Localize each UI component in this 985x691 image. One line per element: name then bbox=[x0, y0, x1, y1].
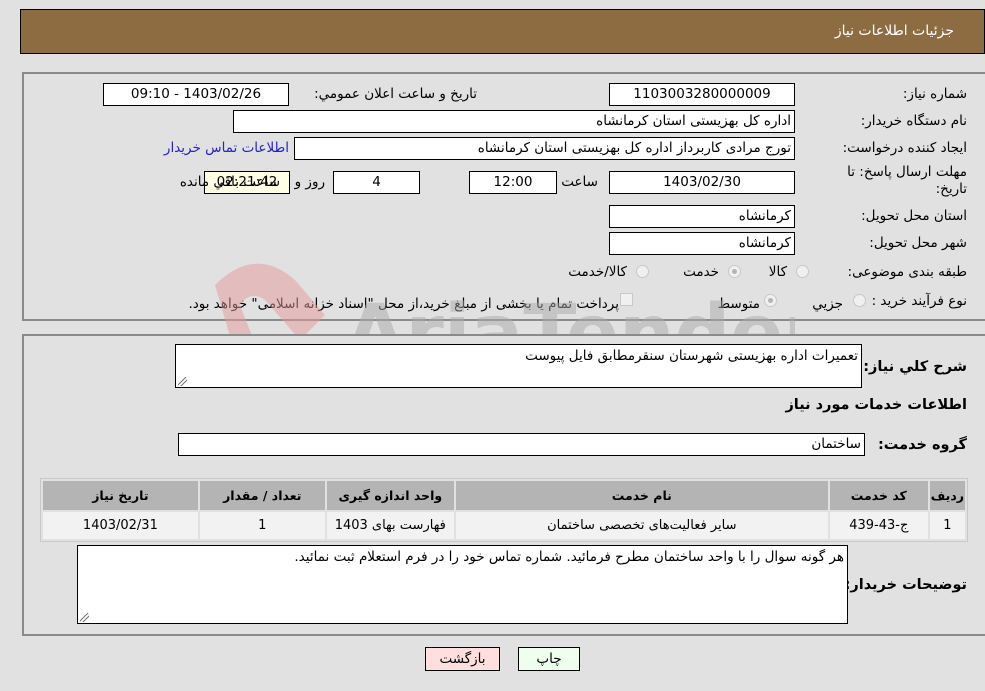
table-row: 1 ج-43-439 سایر فعالیت‌های تخصصی ساختمان… bbox=[43, 512, 965, 539]
buyer-org-label: نام دستگاه خريدار: bbox=[860, 113, 967, 129]
buyer-notes-label: توضيحات خريدار: bbox=[844, 577, 967, 593]
days-label: روز و bbox=[294, 174, 325, 190]
category-label: طبقه بندی موضوعی: bbox=[847, 264, 967, 280]
services-table: رديف کد خدمت نام خدمت واحد اندازه گیری ت… bbox=[40, 478, 968, 542]
services-panel: شرح کلي نياز: تعمیرات اداره بهزیستی شهرس… bbox=[22, 334, 985, 636]
buyer-notes-text: هر گونه سوال را با واحد ساختمان مطرح فرم… bbox=[294, 549, 844, 565]
need-number-field[interactable]: 1103003280000009 bbox=[609, 83, 795, 106]
need-number-label: شماره نیاز: bbox=[902, 86, 967, 102]
category-option-goods: کالا bbox=[768, 264, 787, 280]
description-label: شرح کلي نياز: bbox=[863, 359, 967, 375]
col-header-service-name: نام خدمت bbox=[455, 481, 828, 510]
process-option-minor: جزيي bbox=[812, 296, 843, 312]
col-header-service-code: کد خدمت bbox=[829, 481, 928, 510]
creator-label: ايجاد کننده درخواست: bbox=[842, 140, 967, 156]
col-header-need-date: تاریخ نیاز bbox=[43, 481, 198, 510]
process-label: نوع فرآیند خرید : bbox=[871, 293, 967, 309]
col-header-row-number: رديف bbox=[929, 481, 965, 510]
cell-service-name: سایر فعالیت‌های تخصصی ساختمان bbox=[455, 512, 828, 539]
category-radio-service[interactable] bbox=[728, 265, 741, 278]
deadline-time-field[interactable]: 12:00 bbox=[469, 171, 557, 194]
category-option-goods-service: کالا/خدمت bbox=[568, 264, 627, 280]
resize-grip-icon[interactable] bbox=[178, 377, 187, 386]
process-radio-medium[interactable] bbox=[764, 294, 777, 307]
category-option-service: خدمت bbox=[683, 264, 719, 280]
category-radio-goods[interactable] bbox=[796, 265, 809, 278]
cell-service-code: ج-43-439 bbox=[829, 512, 928, 539]
page-title: جزئیات اطلاعات نیاز bbox=[834, 23, 954, 39]
service-group-field[interactable]: ساختمان bbox=[178, 433, 865, 456]
page-header: جزئیات اطلاعات نیاز bbox=[20, 9, 985, 54]
province-label: استان محل تحویل: bbox=[861, 208, 967, 224]
creator-field[interactable]: تورج مرادی کاربرداز اداره کل بهزیستی است… bbox=[294, 137, 795, 160]
city-label: شهر محل تحویل: bbox=[869, 235, 967, 251]
table-header-row: رديف کد خدمت نام خدمت واحد اندازه گیری ت… bbox=[43, 481, 965, 510]
col-header-unit: واحد اندازه گیری bbox=[326, 481, 454, 510]
deadline-date-field[interactable]: 1403/02/30 bbox=[609, 171, 795, 194]
time-label: ساعت bbox=[561, 174, 598, 190]
resize-grip-icon[interactable] bbox=[80, 613, 89, 622]
buyer-notes-textarea[interactable]: هر گونه سوال را با واحد ساختمان مطرح فرم… bbox=[77, 545, 848, 624]
service-group-label: گروه خدمت: bbox=[877, 437, 967, 453]
cell-quantity: 1 bbox=[199, 512, 325, 539]
buyer-contact-link[interactable]: اطلاعات تماس خريدار bbox=[164, 140, 289, 156]
description-textarea[interactable]: تعمیرات اداره بهزیستی شهرستان سنقرمطابق … bbox=[175, 344, 862, 388]
col-header-quantity: تعداد / مقدار bbox=[199, 481, 325, 510]
province-field[interactable]: کرمانشاه bbox=[609, 205, 795, 228]
print-button[interactable]: چاپ bbox=[518, 647, 580, 671]
description-text: تعمیرات اداره بهزیستی شهرستان سنقرمطابق … bbox=[525, 348, 858, 364]
back-button[interactable]: بازگشت bbox=[425, 647, 500, 671]
announce-datetime-field[interactable]: 1403/02/26 - 09:10 bbox=[103, 83, 289, 106]
process-option-medium: متوسط bbox=[717, 296, 760, 312]
treasury-checkbox-label: پرداخت تمام یا بخشی از مبلغ خرید،از محل … bbox=[188, 296, 619, 312]
cell-need-date: 1403/02/31 bbox=[43, 512, 198, 539]
buyer-org-field[interactable]: اداره کل بهزیستی استان کرمانشاه bbox=[233, 110, 795, 133]
cell-row-number: 1 bbox=[929, 512, 965, 539]
announce-label: تاريخ و ساعت اعلان عمومي: bbox=[314, 86, 477, 102]
need-info-panel: شماره نیاز: 1103003280000009 تاريخ و ساع… bbox=[22, 72, 985, 321]
process-radio-minor[interactable] bbox=[853, 294, 866, 307]
category-radio-goods-service[interactable] bbox=[636, 265, 649, 278]
services-heading: اطلاعات خدمات مورد نياز bbox=[785, 397, 967, 413]
treasury-checkbox[interactable] bbox=[620, 293, 633, 306]
days-field[interactable]: 4 bbox=[333, 171, 420, 194]
cell-unit: فهارست بهای 1403 bbox=[326, 512, 454, 539]
remaining-label: ساعت باقي مانده bbox=[179, 174, 280, 190]
city-field[interactable]: کرمانشاه bbox=[609, 232, 795, 255]
deadline-label: مهلت ارسال پاسخ: تا تاریخ: bbox=[847, 164, 967, 197]
